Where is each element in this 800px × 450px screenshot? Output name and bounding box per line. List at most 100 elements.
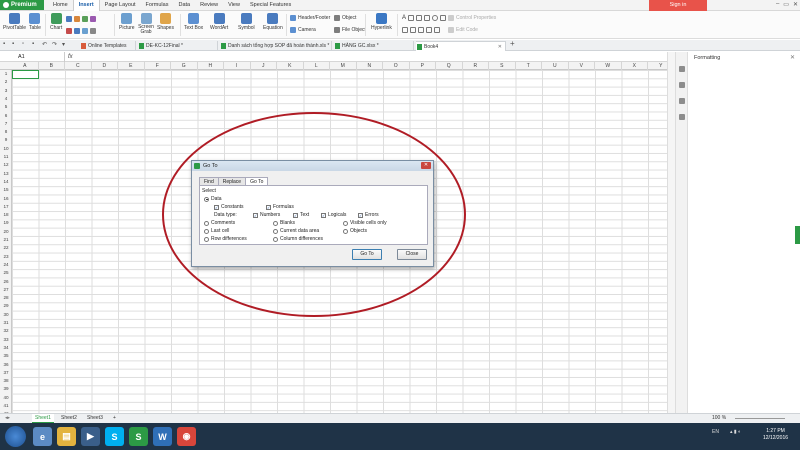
fx-icon[interactable]: fx xyxy=(68,52,73,62)
column-header[interactable]: Q xyxy=(436,62,463,70)
row-header[interactable]: 41 xyxy=(0,402,12,410)
picture-button[interactable]: Picture xyxy=(119,13,135,31)
comments-option[interactable]: Comments xyxy=(204,220,235,226)
hyperlink-button[interactable]: Hyperlink xyxy=(371,13,392,31)
row-header[interactable]: 17 xyxy=(0,203,12,211)
row-header[interactable]: 16 xyxy=(0,195,12,203)
file-object-button[interactable]: File Object xyxy=(334,27,366,33)
chrome-icon[interactable]: ◉ xyxy=(177,427,196,446)
tab-special-features[interactable]: Special Features xyxy=(245,0,296,11)
table-button[interactable]: Table xyxy=(29,13,41,31)
column-header[interactable]: J xyxy=(251,62,277,70)
row-header[interactable]: 28 xyxy=(0,294,12,302)
column-header[interactable]: X xyxy=(622,62,648,70)
row-header[interactable]: 35 xyxy=(0,352,12,360)
quick-access-dropdown-icon[interactable]: ▾ xyxy=(62,41,65,48)
doc-tab-de-kc[interactable]: DE-KC-12Final * xyxy=(138,41,218,51)
camera-button[interactable]: Camera xyxy=(290,27,316,33)
column-header[interactable]: V xyxy=(569,62,595,70)
column-header[interactable]: P xyxy=(410,62,436,70)
wordart-button[interactable]: WordArt xyxy=(210,13,228,31)
print-icon[interactable]: ▪ xyxy=(12,41,14,47)
column-header[interactable]: R xyxy=(463,62,489,70)
row-header[interactable]: 31 xyxy=(0,319,12,327)
column-header[interactable]: L xyxy=(304,62,330,70)
close-tab-icon[interactable]: ✕ xyxy=(498,42,502,52)
skype-icon[interactable]: S xyxy=(105,427,124,446)
column-header[interactable]: M xyxy=(330,62,357,70)
redo-icon[interactable]: ↷ xyxy=(52,41,57,48)
last-cell-option[interactable]: Last cell xyxy=(204,228,229,234)
blanks-option[interactable]: Blanks xyxy=(273,220,295,226)
row-header[interactable]: 1 xyxy=(0,70,12,78)
form-controls-row2[interactable] xyxy=(402,27,440,33)
column-header[interactable]: C xyxy=(65,62,92,70)
add-sheet-icon[interactable]: + xyxy=(110,414,119,423)
doc-tab-online-templates[interactable]: Online Templates xyxy=(80,41,136,51)
tab-review[interactable]: Review xyxy=(195,0,223,11)
ie-icon[interactable]: e xyxy=(33,427,52,446)
row-header[interactable]: 34 xyxy=(0,344,12,352)
doc-tab-danh-sach[interactable]: Danh sách tổng hợp SOP đã hoàn thành.xls… xyxy=(220,41,332,51)
form-controls-row1[interactable]: A xyxy=(402,15,447,21)
pivottable-button[interactable]: PivotTable xyxy=(3,13,26,31)
objects-radio[interactable] xyxy=(343,228,348,234)
tab-view[interactable]: View xyxy=(223,0,245,11)
errors-option[interactable]: ✓ Errors xyxy=(358,212,379,218)
writer-app-icon[interactable]: W xyxy=(153,427,172,446)
row-header[interactable]: 12 xyxy=(0,161,12,169)
minimize-icon[interactable]: – xyxy=(776,1,779,8)
save-icon[interactable]: ▪ xyxy=(3,41,5,47)
column-header[interactable]: I xyxy=(224,62,251,70)
sign-in-button[interactable]: Sign in xyxy=(649,0,707,11)
row-header[interactable]: 36 xyxy=(0,361,12,369)
numbers-option[interactable]: ✓ Numbers xyxy=(253,212,280,218)
column-header[interactable]: O xyxy=(383,62,410,70)
equation-button[interactable]: Equation xyxy=(263,13,283,31)
dialog-close-icon[interactable]: ✕ xyxy=(421,162,431,169)
data-option[interactable]: Data xyxy=(204,196,222,202)
pane-close-icon[interactable]: ✕ xyxy=(790,54,795,61)
edit-code-button[interactable]: Edit Code xyxy=(448,27,478,33)
row-differences-radio[interactable] xyxy=(204,236,209,242)
sheet-nav-icon[interactable]: ◂▸ xyxy=(2,414,13,423)
sheet-tab-2[interactable]: Sheet2 xyxy=(58,414,80,423)
tray-icons[interactable]: ▴ ▮ ◐ xyxy=(730,429,741,435)
column-header[interactable]: F xyxy=(145,62,171,70)
column-differences-radio[interactable] xyxy=(273,236,278,242)
side-pull-tab[interactable] xyxy=(795,226,800,244)
sheet-tab-1[interactable]: Sheet1 xyxy=(32,414,54,423)
row-header[interactable]: 9 xyxy=(0,136,12,144)
column-header[interactable]: D xyxy=(92,62,118,70)
screen-grab-button[interactable]: Screen Grab xyxy=(138,13,154,35)
row-header[interactable]: 6 xyxy=(0,112,12,120)
tab-formulas[interactable]: Formulas xyxy=(141,0,174,11)
row-header[interactable]: 29 xyxy=(0,302,12,310)
column-header[interactable]: W xyxy=(595,62,622,70)
name-box[interactable]: A1 xyxy=(0,52,65,62)
errors-checkbox[interactable]: ✓ xyxy=(358,212,363,218)
zoom-level[interactable]: 100 % xyxy=(712,414,726,423)
comments-radio[interactable] xyxy=(204,220,209,226)
constants-checkbox[interactable]: ✓ xyxy=(214,204,219,210)
row-header[interactable]: 11 xyxy=(0,153,12,161)
visible-cells-radio[interactable] xyxy=(343,220,348,226)
logicals-option[interactable]: ✓ Logicals xyxy=(321,212,346,218)
tab-insert[interactable]: Insert xyxy=(72,0,100,11)
row-header[interactable]: 32 xyxy=(0,327,12,335)
text-option[interactable]: ✓ Text xyxy=(293,212,309,218)
row-header[interactable]: 19 xyxy=(0,219,12,227)
row-header[interactable]: 5 xyxy=(0,103,12,111)
sheet-tab-3[interactable]: Sheet3 xyxy=(84,414,106,423)
new-tab-icon[interactable]: + xyxy=(510,39,515,48)
column-header[interactable]: H xyxy=(198,62,224,70)
row-header[interactable]: 13 xyxy=(0,170,12,178)
premium-button[interactable]: Premium xyxy=(0,0,44,10)
row-header[interactable]: 10 xyxy=(0,145,12,153)
column-header[interactable]: N xyxy=(357,62,383,70)
row-header[interactable]: 21 xyxy=(0,236,12,244)
row-header[interactable]: 25 xyxy=(0,269,12,277)
visible-cells-option[interactable]: Visible cells only xyxy=(343,220,387,226)
start-button[interactable] xyxy=(5,426,26,447)
zoom-slider[interactable] xyxy=(735,418,785,419)
